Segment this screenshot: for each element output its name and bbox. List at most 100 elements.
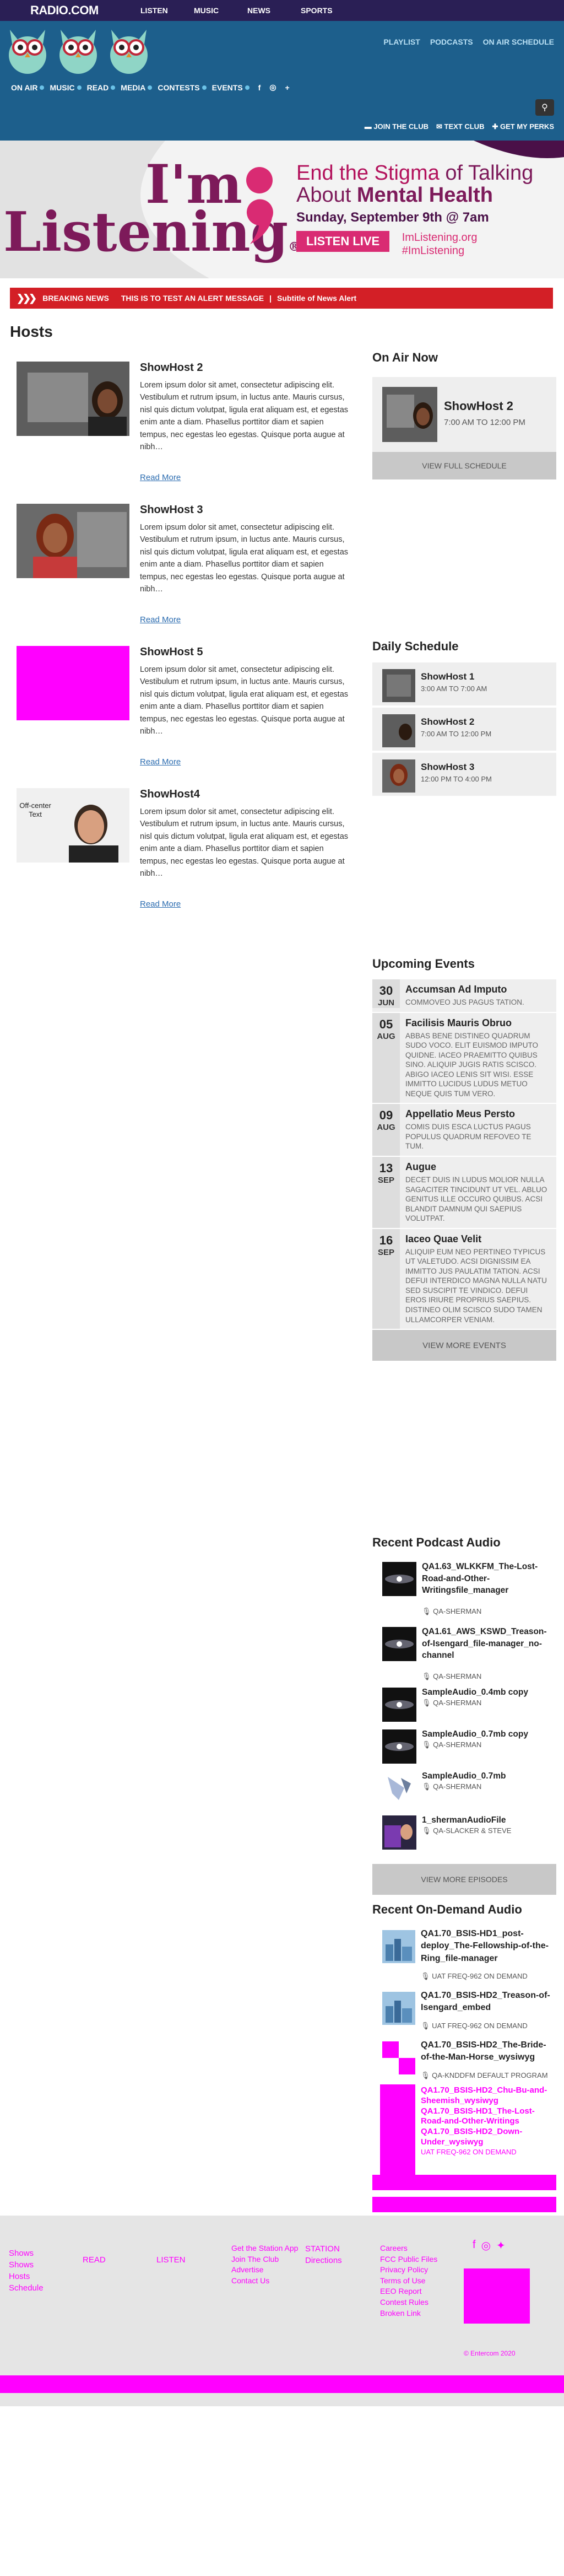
on-demand-thumb <box>382 1992 415 2025</box>
schedule-photo <box>382 714 415 747</box>
podcast-item[interactable]: QA1.61_AWS_KSWD_Treason-of-Isengard_file… <box>372 1623 556 1680</box>
owl-logo-icon <box>9 30 46 74</box>
event-item[interactable]: 05 AUG Facilisis Mauris Obruo ABBAS BENE D… <box>372 1012 556 1104</box>
nav-media[interactable]: MEDIA <box>121 83 153 92</box>
footer-col-legal[interactable]: Careers FCC Public Files Privacy Policy Ter… <box>380 2243 437 2319</box>
footer-col-station[interactable]: STATION Directions <box>305 2243 342 2266</box>
host-card: ShowHost 3 Lorem ipsum dolor sit amet, c… <box>17 504 358 636</box>
host-image-text: Off-center Text <box>19 801 51 818</box>
nav-music[interactable]: MUSIC <box>50 83 82 92</box>
header-link-podcasts[interactable]: PODCASTS <box>430 37 473 46</box>
event-title: Appellatio Meus Persto <box>405 1108 516 1120</box>
footer-col-contact[interactable]: Get the Station App Join The Club Advertis… <box>231 2243 298 2286</box>
podcast-item[interactable]: SampleAudio_0.7mb 🎙 QA-SHERMAN <box>372 1767 556 1806</box>
top-link-news[interactable]: NEWS <box>247 6 301 15</box>
top-link-listen[interactable]: LISTEN <box>140 6 194 15</box>
event-title: Iaceo Quae Velit <box>405 1233 482 1244</box>
host-photo[interactable] <box>17 362 129 436</box>
host-photo[interactable]: Off-center Text <box>17 788 129 863</box>
podcast-item[interactable]: QA1.63_WLKKFM_The-Lost-Road-and-Other-Wr… <box>372 1558 556 1615</box>
owl-logo-icon <box>110 30 148 74</box>
host-name[interactable]: ShowHost 3 <box>140 504 203 516</box>
on-demand-item[interactable]: QA1.70_BSIS-HD2_The-Bride-of-the-Man-Hor… <box>372 2036 556 2079</box>
podcast-title: 1_shermanAudioFile <box>422 1815 506 1825</box>
text-club-link[interactable]: ✉ TEXT CLUB <box>436 122 484 131</box>
host-name[interactable]: ShowHost 2 <box>140 362 203 374</box>
podcast-title: QA1.63_WLKKFM_The-Lost-Road-and-Other-Wr… <box>422 1562 538 1596</box>
on-demand-title-text: QA1.70_BSIS-HD2_The-Bride-of-the-Man-Hor… <box>421 2040 546 2062</box>
view-more-events-button[interactable]: VIEW MORE EVENTS <box>372 1330 556 1361</box>
nav-contests[interactable]: CONTESTS <box>158 83 207 92</box>
copyright: © Entercom 2020 <box>464 2349 516 2357</box>
radio-com-logo[interactable]: RADIO.COM <box>30 3 140 18</box>
read-more-link[interactable]: Read More <box>140 615 181 624</box>
host-photo-placeholder[interactable] <box>17 646 129 720</box>
header-link-playlist[interactable]: PLAYLIST <box>383 37 420 46</box>
on-air-host-name[interactable]: ShowHost 2 <box>444 399 513 413</box>
host-desc: Lorem ipsum dolor sit amet, consectetur … <box>140 665 349 736</box>
station-logo[interactable] <box>6 24 151 75</box>
footer-col-listen[interactable]: LISTEN <box>156 2254 186 2266</box>
host-name[interactable]: ShowHost4 <box>140 788 200 801</box>
podcast-author: 🎙 QA-SHERMAN <box>422 1782 482 1791</box>
event-desc: COMMOVEO JUS PAGUS TATION. <box>405 998 524 1006</box>
more-plus-icon[interactable]: + <box>285 83 290 92</box>
top-link-sports[interactable]: SPORTS <box>301 6 354 15</box>
schedule-item[interactable]: ShowHost 2 7:00 AM TO 12:00 PM <box>372 708 556 751</box>
top-link-music[interactable]: MUSIC <box>194 6 247 15</box>
read-more-link[interactable]: Read More <box>140 899 181 909</box>
on-demand-title-text: QA1.70_BSIS-HD1_post-deploy_The-Fellowsh… <box>421 1929 549 1963</box>
host-photo[interactable] <box>17 504 129 578</box>
event-item[interactable]: 16 SEP Iaceo Quae Velit ALIQUIP EUM NEO PE… <box>372 1228 556 1330</box>
schedule-item[interactable]: ShowHost 1 3:00 AM TO 7:00 AM <box>372 662 556 705</box>
podcast-title: QA1.61_AWS_KSWD_Treason-of-Isengard_file… <box>422 1627 547 1661</box>
event-title: Augue <box>405 1161 436 1173</box>
podcast-item[interactable]: SampleAudio_0.4mb copy 🎙 QA-SHERMAN <box>372 1683 556 1722</box>
header-link-on-air-schedule[interactable]: ON AIR SCHEDULE <box>483 37 554 46</box>
on-air-photo[interactable] <box>382 387 437 442</box>
schedule-host-name: ShowHost 2 <box>421 716 475 727</box>
footer-col-shows[interactable]: Shows Shows Hosts Schedule <box>9 2248 44 2294</box>
host-name[interactable]: ShowHost 5 <box>140 646 203 659</box>
get-my-perks-link[interactable]: ✚ GET MY PERKS <box>492 122 554 131</box>
instagram-icon[interactable]: ◎ <box>269 83 276 92</box>
search-button[interactable]: ⚲ <box>535 99 554 116</box>
hero-banner[interactable]: I'm Listening® End the Stigma of Talking… <box>0 141 564 278</box>
schedule-photo <box>382 669 415 702</box>
schedule-time: 3:00 AM TO 7:00 AM <box>421 685 487 693</box>
podcast-item[interactable]: 1_shermanAudioFile 🎙 QA-SLACKER & STEVE <box>372 1811 556 1850</box>
event-desc: DECET DUIS IN LUDUS MOLIOR NULLA SAGACIT… <box>405 1176 547 1223</box>
event-title: Facilisis Mauris Obruo <box>405 1017 512 1028</box>
footer-col-read[interactable]: READ <box>83 2254 106 2266</box>
join-the-club-link[interactable]: ▬ JOIN THE CLUB <box>365 122 429 131</box>
nav-on-air[interactable]: ON AIR <box>11 83 45 92</box>
event-date: 30 JUN <box>372 979 400 1008</box>
twitter-icon[interactable]: ✦ <box>496 2239 506 2252</box>
hero-url: ImListening.org #ImListening <box>402 231 478 257</box>
instagram-icon[interactable]: ◎ <box>481 2239 491 2252</box>
event-item[interactable]: 30 JUN Accumsan Ad Imputo COMMOVEO JUS PAG… <box>372 979 556 1013</box>
footer-logo-placeholder <box>464 2268 530 2324</box>
read-more-link[interactable]: Read More <box>140 473 181 482</box>
schedule-item[interactable]: ShowHost 3 12:00 PM TO 4:00 PM <box>372 753 556 796</box>
read-more-link[interactable]: Read More <box>140 757 181 767</box>
nav-events[interactable]: EVENTS <box>212 83 250 92</box>
on-demand-item[interactable]: QA1.70_BSIS-HD2_Treason-of-Isengard_embe… <box>372 1986 556 2030</box>
facebook-icon[interactable]: f <box>473 2239 476 2252</box>
nav-read[interactable]: READ <box>87 83 116 92</box>
podcast-thumb <box>382 1815 416 1850</box>
daily-schedule-title: Daily Schedule <box>372 639 459 653</box>
host-face <box>69 805 118 863</box>
view-more-episodes-button[interactable]: VIEW MORE EPISODES <box>372 1864 556 1895</box>
event-item[interactable]: 09 AUG Appellatio Meus Persto COMIS DUIS E… <box>372 1104 556 1157</box>
on-demand-item[interactable]: QA1.70_BSIS-HD1_post-deploy_The-Fellowsh… <box>372 1925 556 1980</box>
view-full-schedule-button[interactable]: VIEW FULL SCHEDULE <box>372 452 556 479</box>
listen-live-button[interactable]: LISTEN LIVE <box>296 230 390 252</box>
facebook-icon[interactable]: f <box>258 83 261 92</box>
search-icon: ⚲ <box>541 103 548 112</box>
event-item[interactable]: 13 SEP Augue DECET DUIS IN LUDUS MOLIOR NU… <box>372 1157 556 1229</box>
podcast-author: 🎙 QA-SHERMAN <box>422 1699 482 1707</box>
podcast-item[interactable]: SampleAudio_0.7mb copy 🎙 QA-SHERMAN <box>372 1725 556 1764</box>
chevrons-icon: ❯❯❯ <box>17 292 37 304</box>
breaking-news-alert[interactable]: ❯❯❯ BREAKING NEWS THIS IS TO TEST AN ALE… <box>10 288 553 309</box>
